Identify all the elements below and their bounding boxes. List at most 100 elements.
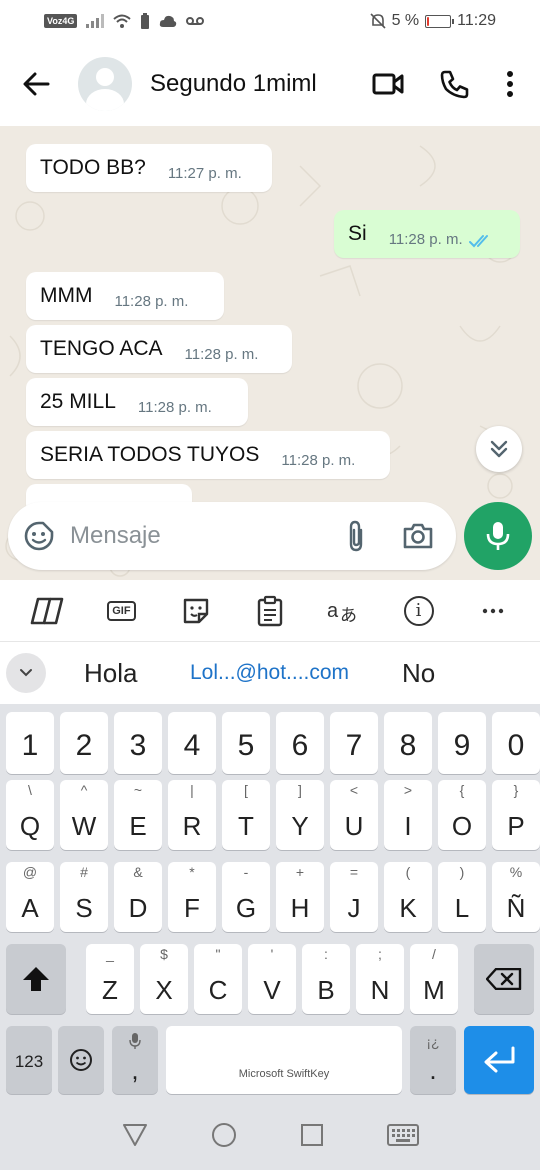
key-q[interactable]: \ Q	[6, 780, 54, 850]
key-h[interactable]: + H	[276, 862, 324, 932]
battery-saver-icon	[141, 13, 150, 29]
key-9[interactable]: 9	[438, 712, 486, 774]
contact-name[interactable]: Segundo 1miml	[150, 70, 372, 98]
key-7[interactable]: 7	[330, 712, 378, 774]
message-bubble-incoming[interactable]: MMM 11:28 p. m.	[26, 272, 224, 320]
key-2[interactable]: 2	[60, 712, 108, 774]
suggestion-word[interactable]: No	[402, 658, 435, 689]
key-x[interactable]: $ X	[140, 944, 188, 1014]
translate-button[interactable]: aあ	[318, 585, 370, 637]
key-label: 2	[75, 729, 93, 762]
suggestion-word[interactable]: Hola	[84, 658, 137, 689]
chevron-down-icon	[20, 669, 32, 677]
battery-icon	[425, 14, 455, 28]
key-n[interactable]: ; N	[356, 944, 404, 1014]
message-composer[interactable]: Mensaje	[8, 502, 456, 570]
gif-icon: GIF	[107, 600, 136, 621]
message-bubble-incoming[interactable]: 25 MILL 11:28 p. m.	[26, 378, 248, 426]
key-6[interactable]: 6	[276, 712, 324, 774]
keyboard-switch-icon[interactable]	[386, 1124, 419, 1146]
key-j[interactable]: = J	[330, 862, 378, 932]
clipboard-button[interactable]	[244, 585, 296, 637]
key-label: 8	[399, 729, 417, 762]
scroll-to-bottom-button[interactable]	[476, 426, 522, 472]
message-time: 11:28 p. m.	[137, 399, 212, 416]
avatar[interactable]	[78, 57, 132, 111]
key-secondary-label: :	[324, 946, 328, 962]
enter-key[interactable]	[464, 1026, 534, 1094]
translate-icon: aあ	[327, 600, 357, 625]
nav-back-icon[interactable]	[122, 1123, 148, 1147]
key-w[interactable]: ^ W	[60, 780, 108, 850]
key-l[interactable]: ) L	[438, 862, 486, 932]
key-c[interactable]: " C	[194, 944, 242, 1014]
message-bubble-incoming[interactable]: TODO BB? 11:27 p. m.	[26, 144, 272, 192]
copilot-button[interactable]	[21, 585, 73, 637]
key-u[interactable]: < U	[330, 780, 378, 850]
key-z[interactable]: _ Z	[86, 944, 134, 1014]
message-text: MMM	[40, 284, 93, 307]
key-a[interactable]: @ A	[6, 862, 54, 932]
key-y[interactable]: ] Y	[276, 780, 324, 850]
key-f[interactable]: * F	[168, 862, 216, 932]
symbols-key[interactable]: 123	[6, 1026, 52, 1094]
voice-message-button[interactable]	[464, 502, 532, 570]
space-key[interactable]: Microsoft SwiftKey	[166, 1026, 402, 1094]
status-time: 11:29	[457, 12, 496, 29]
key-o[interactable]: {O	[438, 780, 486, 850]
key-i[interactable]: > I	[384, 780, 432, 850]
message-bubble-incoming[interactable]: TENGO ACA 11:28 p. m.	[26, 325, 292, 373]
emoji-button[interactable]	[8, 520, 70, 552]
message-text: TENGO ACA	[40, 337, 163, 360]
key-b[interactable]: :B	[302, 944, 350, 1014]
camera-button[interactable]	[398, 522, 438, 550]
video-call-icon[interactable]	[372, 72, 404, 96]
key-label: M	[423, 975, 445, 1005]
key-secondary-label: /	[432, 946, 436, 962]
more-horiz-icon	[482, 608, 504, 613]
gif-button[interactable]: GIF	[95, 585, 147, 637]
key-8[interactable]: 8	[384, 712, 432, 774]
key-p[interactable]: } P	[492, 780, 540, 850]
message-input[interactable]: Mensaje	[70, 522, 336, 550]
emoji-key[interactable]	[58, 1026, 104, 1094]
key-5[interactable]: 5	[222, 712, 270, 774]
key-1[interactable]: 1	[6, 712, 54, 774]
back-button[interactable]	[0, 42, 72, 126]
suggestion-email[interactable]: Lol...@hot....com	[190, 661, 349, 685]
message-bubble-outgoing[interactable]: Si 11:28 p. m.	[334, 210, 520, 258]
key-t[interactable]: [T	[222, 780, 270, 850]
message-bubble-incoming[interactable]: SERIA TODOS TUYOS 11:28 p. m.	[26, 431, 390, 479]
cloud-icon	[160, 15, 177, 27]
nav-recents-icon[interactable]	[300, 1123, 324, 1147]
key-r[interactable]: | R	[168, 780, 216, 850]
key-d[interactable]: & D	[114, 862, 162, 932]
attach-button[interactable]	[336, 520, 376, 552]
key-v[interactable]: ' V	[248, 944, 296, 1014]
voicemail-icon	[186, 17, 205, 25]
collapse-toolbar-button[interactable]	[6, 653, 46, 693]
sticker-button[interactable]	[170, 585, 222, 637]
phone-icon[interactable]	[440, 69, 470, 99]
key-label: G	[235, 893, 257, 923]
more-vert-icon[interactable]	[506, 70, 514, 98]
period-key[interactable]: ¡¿ .	[410, 1026, 456, 1094]
key-e[interactable]: ~ E	[114, 780, 162, 850]
key-secondary-label: ]	[298, 782, 302, 798]
key-4[interactable]: 4	[168, 712, 216, 774]
key-ñ[interactable]: % Ñ	[492, 862, 540, 932]
key-0[interactable]: 0	[492, 712, 540, 774]
key-secondary-label: $	[160, 946, 168, 962]
key-k[interactable]: (K	[384, 862, 432, 932]
shift-key[interactable]	[6, 944, 66, 1014]
nav-home-icon[interactable]	[211, 1122, 237, 1148]
backspace-key[interactable]	[474, 944, 534, 1014]
key-g[interactable]: -G	[222, 862, 270, 932]
more-tools-button[interactable]	[467, 585, 519, 637]
key-s[interactable]: # S	[60, 862, 108, 932]
key-3[interactable]: 3	[114, 712, 162, 774]
message-text: TODO BB?	[40, 156, 146, 179]
info-button[interactable]: i	[393, 585, 445, 637]
comma-key[interactable]: ,	[112, 1026, 158, 1094]
key-m[interactable]: / M	[410, 944, 458, 1014]
